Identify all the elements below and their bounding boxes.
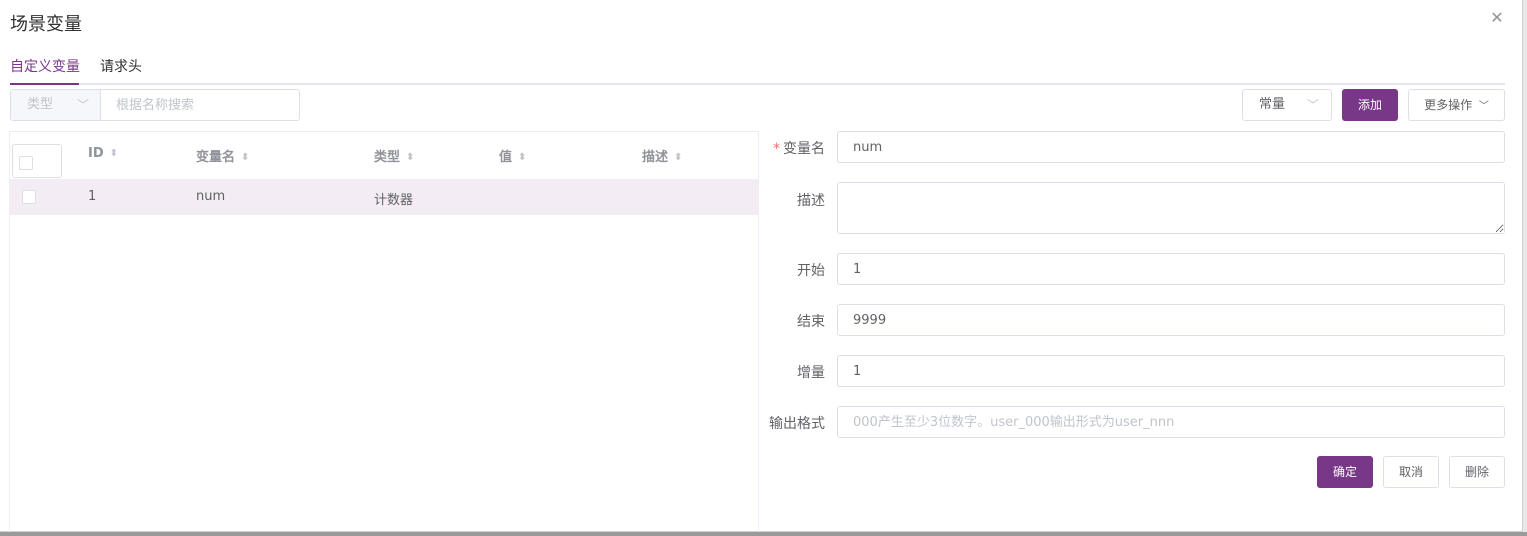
more-actions-button[interactable]: 更多操作 ﹀ <box>1408 89 1505 121</box>
dialog-title: 场景变量 <box>10 14 82 35</box>
filter-group: 类型 ﹀ <box>10 89 300 121</box>
sort-icon[interactable]: ⬍ <box>518 152 526 163</box>
column-header-id[interactable]: ID ⬍ <box>88 146 118 161</box>
variable-kind-value: 常量 <box>1259 97 1286 112</box>
start-label: 开始 <box>797 263 825 279</box>
cell-name: num <box>196 189 226 204</box>
description-label: 描述 <box>797 193 825 209</box>
column-header-description[interactable]: 描述 ⬍ <box>642 146 682 165</box>
type-filter-placeholder: 类型 <box>27 97 54 112</box>
tab-custom-variables[interactable]: 自定义变量 <box>10 56 80 85</box>
tab-custom-variables-label: 自定义变量 <box>10 59 80 75</box>
name-input[interactable] <box>837 131 1505 163</box>
type-filter-select[interactable]: 类型 ﹀ <box>11 90 101 120</box>
sort-icon[interactable]: ⬍ <box>110 148 118 159</box>
cell-id: 1 <box>88 189 97 204</box>
required-marker: * <box>773 141 780 157</box>
sort-icon[interactable]: ⬍ <box>241 152 249 163</box>
select-all-cell <box>12 144 62 178</box>
search-input[interactable] <box>101 90 299 120</box>
column-header-label: 变量名 <box>196 150 236 165</box>
column-header-label: 值 <box>499 150 513 165</box>
start-input[interactable] <box>837 253 1505 285</box>
window-edge <box>1523 0 1527 536</box>
format-label: 输出格式 <box>769 416 825 432</box>
confirm-button[interactable]: 确定 <box>1317 456 1373 488</box>
name-label: * 变量名 <box>755 138 825 158</box>
sort-icon[interactable]: ⬍ <box>406 152 414 163</box>
table-header: ID ⬍ 变量名 ⬍ 类型 ⬍ 值 ⬍ 描述 ⬍ <box>10 132 758 179</box>
chevron-down-icon: ﹀ <box>1307 98 1320 112</box>
sort-icon[interactable]: ⬍ <box>674 152 682 163</box>
tab-bar: 自定义变量 请求头 <box>10 54 1505 85</box>
more-actions-label: 更多操作 <box>1424 98 1473 112</box>
column-header-value[interactable]: 值 ⬍ <box>499 146 526 165</box>
tab-request-headers[interactable]: 请求头 <box>100 56 142 85</box>
close-icon[interactable]: ✕ <box>1489 10 1505 26</box>
delete-button[interactable]: 删除 <box>1449 456 1505 488</box>
end-label: 结束 <box>797 314 825 330</box>
chevron-down-icon: ﹀ <box>77 98 90 112</box>
column-header-label: 类型 <box>374 150 401 165</box>
window-edge <box>0 532 1527 536</box>
column-header-name[interactable]: 变量名 ⬍ <box>196 146 249 165</box>
tab-request-headers-label: 请求头 <box>100 59 142 75</box>
variables-table: ID ⬍ 变量名 ⬍ 类型 ⬍ 值 ⬍ 描述 ⬍ 1 num 计数器 <box>9 131 759 532</box>
name-label-text: 变量名 <box>783 141 825 157</box>
tab-active-indicator <box>10 83 79 85</box>
table-row[interactable]: 1 num 计数器 <box>10 179 758 215</box>
step-input[interactable] <box>837 355 1505 387</box>
cell-type: 计数器 <box>374 193 414 208</box>
step-label: 增量 <box>797 365 825 381</box>
cancel-button[interactable]: 取消 <box>1383 456 1439 488</box>
column-header-type[interactable]: 类型 ⬍ <box>374 146 414 165</box>
add-button[interactable]: 添加 <box>1342 89 1398 121</box>
chevron-down-icon: ﹀ <box>1478 101 1489 112</box>
row-checkbox[interactable] <box>22 190 36 204</box>
select-all-checkbox[interactable] <box>19 156 33 170</box>
column-header-label: 描述 <box>642 150 669 165</box>
end-input[interactable] <box>837 304 1505 336</box>
column-header-label: ID <box>88 146 104 161</box>
description-textarea[interactable] <box>837 182 1505 234</box>
variable-kind-select[interactable]: 常量 ﹀ <box>1242 89 1332 121</box>
scene-variables-dialog: 场景变量 ✕ 自定义变量 请求头 类型 ﹀ 常量 ﹀ 添加 更多操作 ﹀ ID ⬍ <box>0 0 1523 532</box>
format-input[interactable] <box>837 406 1505 438</box>
